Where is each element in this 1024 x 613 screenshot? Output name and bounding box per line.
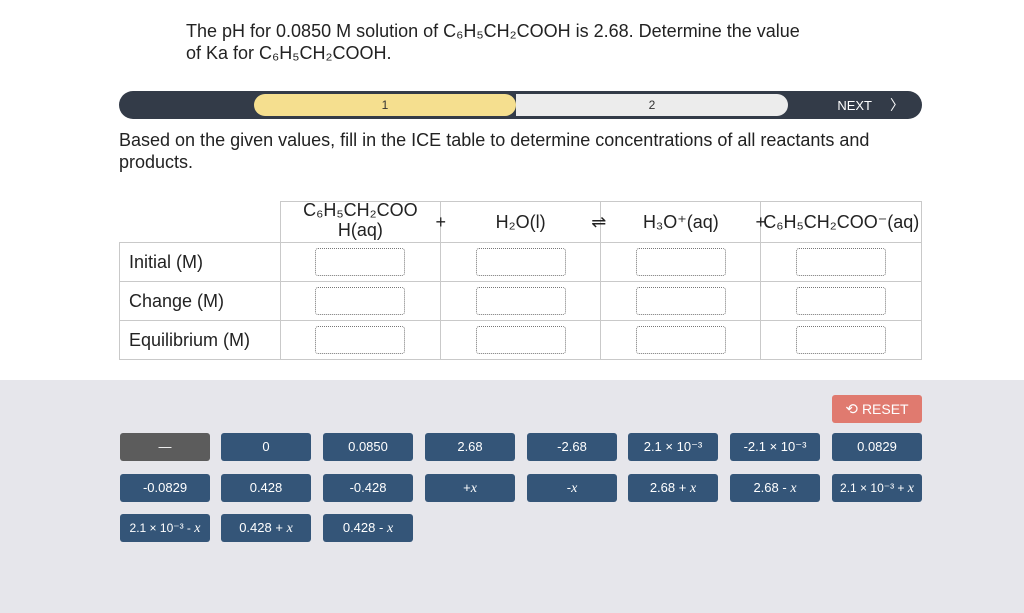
tile-2.1e-3-plus-x-prefix: 2.1 × 10⁻³ + [840, 481, 908, 495]
ice-cell [279, 281, 442, 321]
drop-zone-change-product-1[interactable] [635, 287, 726, 315]
tile-0.0829[interactable]: 0.0829 [832, 433, 922, 461]
drop-zone-initial-reactant-1[interactable] [315, 248, 406, 276]
drop-zone-change-reactant-2[interactable] [475, 287, 566, 315]
question-line-2: of Ka for C₆H₅CH₂COOH. [186, 43, 392, 63]
drop-zone-equilibrium-product-2[interactable] [796, 326, 887, 354]
species-product-2-label: C₆H₅CH₂COO⁻(aq) [763, 212, 920, 232]
ice-cell [600, 320, 762, 360]
variable-x: x [194, 521, 201, 536]
drop-zone-initial-product-1[interactable] [635, 248, 726, 276]
step-1-tab[interactable]: 1 [254, 94, 516, 116]
species-reactant-1-label: C₆H₅CH₂COOH(aq) [303, 200, 418, 240]
row-label-initial: Initial (M) [119, 242, 281, 282]
ice-table: C₆H₅CH₂COOH(aq) + H₂O(l) ⇌ H₃O⁺(aq) + C₆… [119, 200, 922, 360]
ice-row-initial: Initial (M) [119, 242, 922, 282]
row-label-change: Change (M) [119, 281, 281, 321]
ice-cell [760, 320, 922, 360]
question-text: The pH for 0.0850 M solution of C₆H₅CH₂C… [186, 20, 886, 64]
tile-0.428-minus-x[interactable]: 0.428 - x [323, 514, 413, 542]
next-label: NEXT [837, 98, 872, 113]
ice-header-row: C₆H₅CH₂COOH(aq) + H₂O(l) ⇌ H₃O⁺(aq) + C₆… [119, 200, 922, 243]
chevron-right-icon: 〉 [890, 97, 904, 113]
tile-neg-0.428[interactable]: -0.428 [323, 474, 413, 502]
variable-x: x [790, 481, 797, 496]
drop-zone-equilibrium-product-1[interactable] [635, 326, 726, 354]
species-product-1-label: H₃O⁺(aq) [642, 212, 719, 232]
tile-0.428[interactable]: 0.428 [221, 474, 311, 502]
species-product-1: ⇌ H₃O⁺(aq) [591, 201, 762, 243]
variable-x: x [386, 521, 394, 536]
tile-2.1e-3[interactable]: 2.1 × 10⁻³ [628, 433, 718, 461]
tile-0.428-plus-x-prefix: 0.428 + [239, 520, 287, 535]
tile-2.1e-3-minus-x-prefix: 2.1 × 10⁻³ - [129, 521, 195, 535]
ice-cell [600, 281, 762, 321]
tile-plus-x-prefix: + [463, 480, 471, 495]
ice-corner [119, 201, 281, 243]
tile-2.68[interactable]: 2.68 [425, 433, 515, 461]
reset-button[interactable]: ⟲ RESET [832, 395, 922, 423]
species-product-2: + C₆H₅CH₂COO⁻(aq) [755, 201, 922, 243]
ice-cell [279, 320, 442, 360]
drop-zone-change-reactant-1[interactable] [315, 287, 406, 315]
tile-0.428-minus-x-prefix: 0.428 - [342, 520, 387, 535]
ice-row-change: Change (M) [119, 281, 922, 321]
species-reactant-2: H₂O(l) [440, 201, 602, 243]
step-2-tab[interactable]: 2 [516, 94, 788, 116]
tile-2.1e-3-minus-x[interactable]: 2.1 × 10⁻³ - x [120, 514, 210, 542]
tile-2.1e-3-plus-x[interactable]: 2.1 × 10⁻³ + x [832, 474, 922, 502]
ice-cell [760, 281, 922, 321]
tile-dash[interactable]: — [120, 433, 210, 461]
question-line-1: The pH for 0.0850 M solution of C₆H₅CH₂C… [186, 21, 800, 41]
drop-zone-equilibrium-reactant-1[interactable] [315, 326, 406, 354]
tile-plus-x[interactable]: +x [425, 474, 515, 502]
drop-zone-change-product-2[interactable] [796, 287, 887, 315]
species-reactant-1: C₆H₅CH₂COOH(aq) + [279, 200, 446, 243]
tile-neg-0.0829[interactable]: -0.0829 [120, 474, 210, 502]
row-label-equilibrium: Equilibrium (M) [119, 320, 281, 360]
reset-icon: ⟲ [845, 401, 858, 418]
instruction-text: Based on the given values, fill in the I… [119, 130, 870, 172]
ice-cell [760, 242, 922, 282]
tile-0.0850[interactable]: 0.0850 [323, 433, 413, 461]
ice-cell [440, 281, 602, 321]
variable-x: x [286, 521, 293, 536]
ice-cell [279, 242, 442, 282]
tile-neg-2.1e-3[interactable]: -2.1 × 10⁻³ [730, 433, 820, 461]
drop-zone-initial-product-2[interactable] [796, 248, 887, 276]
ice-cell [600, 242, 762, 282]
tile-2.68-minus-x-prefix: 2.68 - [753, 480, 791, 495]
drop-zone-initial-reactant-2[interactable] [475, 248, 566, 276]
variable-x: x [907, 481, 914, 496]
variable-x: x [571, 481, 578, 496]
drop-zone-equilibrium-reactant-2[interactable] [475, 326, 566, 354]
variable-x: x [470, 481, 477, 496]
tile-2.68-minus-x[interactable]: 2.68 - x [730, 474, 820, 502]
tile-2.68-plus-x-prefix: 2.68 + [649, 480, 690, 495]
species-reactant-2-label: H₂O(l) [495, 212, 546, 232]
tile-0.428-plus-x[interactable]: 0.428 + x [221, 514, 311, 542]
tile-minus-x[interactable]: -x [527, 474, 617, 502]
tile-2.68-plus-x[interactable]: 2.68 + x [628, 474, 718, 502]
plus-sign-2: + [755, 212, 766, 232]
ice-cell [440, 320, 602, 360]
ice-cell [440, 242, 602, 282]
progress-bar: 1 2 NEXT 〉 [119, 91, 922, 119]
ice-row-equilibrium: Equilibrium (M) [119, 320, 922, 360]
variable-x: x [689, 481, 697, 496]
next-button[interactable]: NEXT 〉 [837, 91, 904, 119]
tile-neg-2.68[interactable]: -2.68 [527, 433, 617, 461]
equilibrium-arrow-icon: ⇌ [591, 212, 607, 232]
tile-0[interactable]: 0 [221, 433, 311, 461]
reset-label: RESET [861, 401, 909, 417]
